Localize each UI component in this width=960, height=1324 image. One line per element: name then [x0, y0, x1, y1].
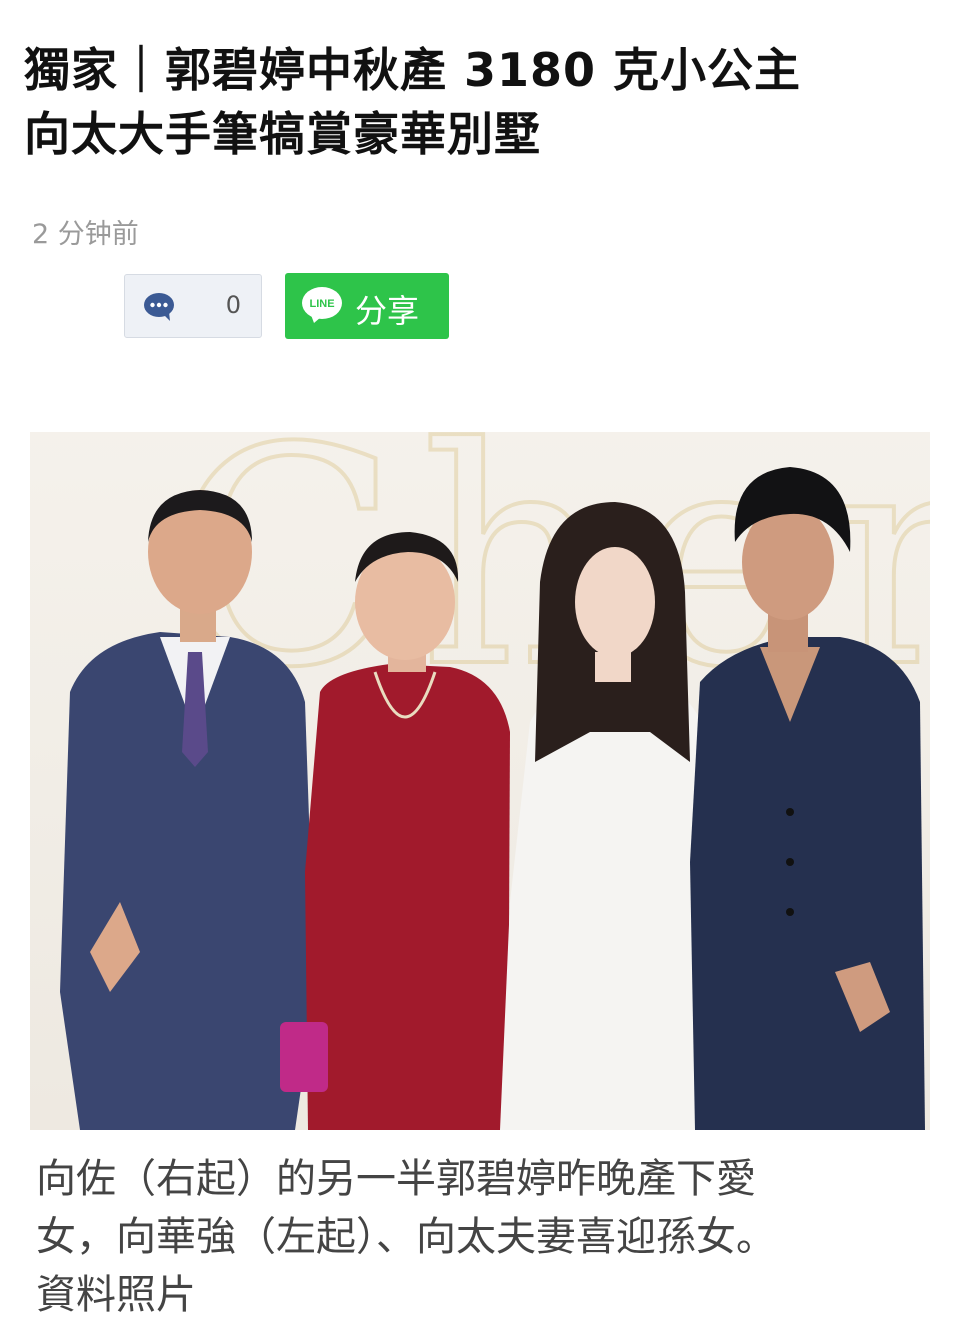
- speech-bubble-icon: [144, 293, 174, 321]
- caption-line-1: 向佐（右起）的另一半郭碧婷昨晚產下愛: [36, 1156, 756, 1202]
- comment-count: 0: [225, 291, 241, 319]
- headline-line-1: 獨家｜郭碧婷中秋產 3180 克小公主: [24, 43, 802, 97]
- photo-caption: 向佐（右起）的另一半郭碧婷昨晚產下愛 女，向華強（左起）、向太夫妻喜迎孫女。 資…: [36, 1150, 936, 1324]
- line-logo-icon: LINE: [302, 287, 342, 323]
- line-share-button[interactable]: LINE 分享: [285, 273, 449, 339]
- caption-line-2: 女，向華強（左起）、向太夫妻喜迎孫女。: [36, 1214, 776, 1260]
- share-label: 分享: [355, 292, 420, 330]
- article-headline: 獨家｜郭碧婷中秋產 3180 克小公主 向太大手筆犒賞豪華別墅: [24, 38, 924, 166]
- article-photo: Chen: [30, 432, 930, 1130]
- publish-time: 2 分钟前: [32, 219, 139, 250]
- caption-line-3: 資料照片: [36, 1272, 196, 1318]
- line-logo-text: LINE: [309, 298, 334, 310]
- comment-button[interactable]: 0: [124, 274, 262, 338]
- headline-line-2: 向太大手筆犒賞豪華別墅: [24, 107, 541, 161]
